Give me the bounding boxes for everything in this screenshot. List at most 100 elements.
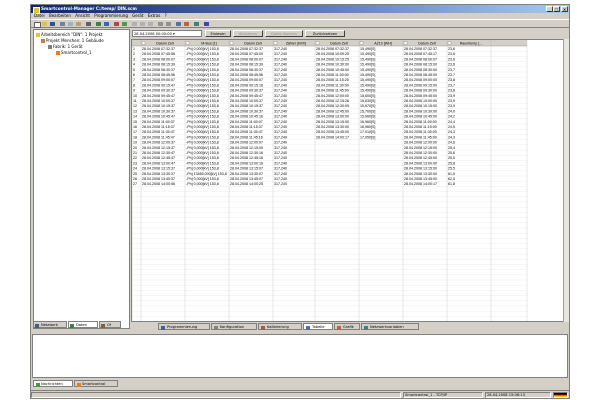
row-number: 16 bbox=[133, 125, 137, 129]
vertical-scrollbar[interactable] bbox=[563, 39, 569, 322]
table-icon[interactable] bbox=[175, 21, 182, 27]
column-checkbox[interactable] bbox=[447, 41, 452, 45]
column-header[interactable]: AZ10 [WH] bbox=[374, 42, 392, 46]
column-header[interactable]: Datum Zeit bbox=[244, 42, 262, 46]
table-cell: 15,960[S] bbox=[360, 115, 375, 119]
table-cell: -Ph] 0,000[kV] 153,8 bbox=[186, 115, 219, 119]
table-cell: 28.04.2008 12:45:16 bbox=[230, 156, 263, 160]
table-cell: 28.04.2008 13:15:37 bbox=[142, 167, 175, 171]
device-icon[interactable] bbox=[95, 21, 102, 27]
table-cell: 28.04.2008 12:30:47 bbox=[142, 151, 175, 155]
tree-workspace[interactable]: Arbeitsbereich "DIN": 1 Projekt bbox=[36, 32, 102, 37]
message-panel bbox=[32, 334, 568, 378]
table-cell: 317,240 bbox=[274, 151, 287, 155]
table-cell: -Ph] 0,000[kV] 153,8 bbox=[186, 109, 219, 113]
paste-icon[interactable] bbox=[75, 21, 82, 27]
tab-of[interactable]: Of bbox=[99, 321, 121, 328]
datetime-input[interactable]: 28.04.2008 00:00:00 ▾ bbox=[132, 30, 202, 37]
table-cell: 17,010[S] bbox=[360, 130, 375, 134]
table-cell: 28.04.2008 10:15:37 bbox=[142, 104, 175, 108]
network-icon bbox=[364, 325, 368, 330]
column-header[interactable]: Datum Zeit bbox=[330, 42, 348, 46]
column-header[interactable]: M-Bus [1] bbox=[201, 42, 216, 46]
tab-programmierung[interactable]: Programmierung bbox=[158, 323, 210, 330]
table-cell: 28.04.2008 13:30:00 bbox=[404, 172, 437, 176]
minimize-button[interactable]: _ bbox=[546, 6, 553, 12]
column-checkbox[interactable] bbox=[185, 41, 190, 45]
open-folder-icon[interactable] bbox=[41, 21, 48, 27]
cut-icon[interactable] bbox=[59, 21, 66, 27]
tree-factory[interactable]: Fabrik: 1 Gerät bbox=[48, 44, 83, 49]
network-icon[interactable] bbox=[193, 21, 200, 27]
tab-netzwerk[interactable]: Netzwerk bbox=[33, 321, 67, 328]
print-icon[interactable] bbox=[85, 21, 92, 27]
table-cell: 28.04.2008 14:00:17 bbox=[404, 182, 437, 186]
maximize-button[interactable]: □ bbox=[553, 6, 560, 12]
column-checkbox[interactable] bbox=[359, 41, 364, 45]
title-bar: Smartcontrol-Manager C:/temp/ DIN.scm _ … bbox=[31, 5, 569, 14]
column-header[interactable]: Datum Zeit bbox=[418, 42, 436, 46]
zoom-out-icon[interactable] bbox=[139, 21, 146, 27]
connect-icon[interactable] bbox=[103, 21, 110, 27]
table-cell: -Ph] 0,000[kV] 153,8 bbox=[186, 130, 219, 134]
row-number: 13 bbox=[133, 109, 137, 113]
daten-loeschen-button[interactable]: Daten löschen bbox=[265, 30, 303, 37]
tab-tabelle[interactable]: Tabelle bbox=[303, 323, 333, 330]
data-table: Datum Zeit M-Bus [1] Datum Zeit Zähler [kV/… bbox=[131, 39, 569, 322]
close-button[interactable]: × bbox=[561, 6, 568, 12]
tab-netzwerkvariablen[interactable]: Netzwerkvariablen bbox=[361, 323, 419, 330]
table-cell: 15,490[S] bbox=[360, 52, 375, 56]
table-cell: -Ph] 0,000[kV] 153,8 bbox=[186, 182, 219, 186]
table-cell: 28.04.2008 13:00:47 bbox=[142, 161, 175, 165]
copy-icon[interactable] bbox=[67, 21, 74, 27]
table-cell: 28.04.2008 09:15:47 bbox=[142, 83, 175, 87]
zoom-fit-icon[interactable] bbox=[147, 21, 154, 27]
zoom-in-icon[interactable] bbox=[131, 21, 138, 27]
table-cell: 28.04.2008 11:00:00 bbox=[404, 120, 437, 124]
zuruecksetzen-button[interactable]: Zurücksetzen bbox=[305, 30, 345, 37]
tab-nachrichten[interactable]: Nachrichten bbox=[33, 380, 73, 387]
save-icon[interactable] bbox=[49, 21, 56, 27]
tab-kalibrierung[interactable]: Kalibrierung bbox=[258, 323, 302, 330]
table-cell: 317,240 bbox=[274, 167, 287, 171]
tab-smartcontrol[interactable]: Smartcontrol bbox=[74, 380, 118, 387]
tree-project[interactable]: Projekt Menshen: 1 Gebäude bbox=[41, 38, 104, 43]
table-cell: -Ph] 0,000[kV] 153,8 bbox=[186, 94, 219, 98]
einlesen-button[interactable]: Einlesen bbox=[205, 30, 231, 37]
window-title: Smartcontrol-Manager C:/temp/ DIN.scm bbox=[41, 6, 137, 11]
column-checkbox[interactable] bbox=[403, 41, 408, 45]
tab-grafik[interactable]: Grafik bbox=[334, 323, 360, 330]
table-cell: 15,670[S] bbox=[360, 104, 375, 108]
column-checkbox[interactable] bbox=[141, 41, 146, 45]
help-icon[interactable] bbox=[203, 21, 210, 27]
chart-icon[interactable] bbox=[183, 21, 190, 27]
table-cell: -Ph] 0,000[kV] 153,8 bbox=[186, 167, 219, 171]
table-cell: 28.04.2008 12:45:47 bbox=[142, 156, 175, 160]
column-header[interactable]: Datum Zeit bbox=[156, 42, 174, 46]
column-checkbox[interactable] bbox=[273, 41, 278, 45]
table-cell: 28.04.2008 14:00:25 bbox=[230, 182, 263, 186]
table-cell: 28.04.2008 10:15:37 bbox=[230, 104, 263, 108]
column-header[interactable]: Zähler [kV/h] bbox=[286, 42, 306, 46]
table-cell: 317,240 bbox=[274, 182, 287, 186]
column-header[interactable]: Raumtemp [... bbox=[460, 42, 483, 46]
tab-daten[interactable]: Daten bbox=[68, 321, 98, 328]
table-cell: 28.04.2008 12:00:00 bbox=[404, 141, 437, 145]
download-icon[interactable] bbox=[121, 21, 128, 27]
config-icon bbox=[214, 325, 218, 330]
table-cell: -Ph] 0,000[kV] 153,8 bbox=[186, 73, 219, 77]
upload-icon[interactable] bbox=[113, 21, 120, 27]
column-checkbox[interactable] bbox=[315, 41, 320, 45]
tree-device[interactable]: Smartcontrol_1 bbox=[56, 50, 92, 55]
settings-icon[interactable] bbox=[165, 21, 172, 27]
table-cell: 28.04.2008 13:15:07 bbox=[230, 167, 263, 171]
column-checkbox[interactable] bbox=[229, 41, 234, 45]
table-cell: -Ph] 0,000[kV] 153,8 bbox=[186, 120, 219, 124]
new-file-icon[interactable] bbox=[33, 21, 41, 28]
table-cell: 28.04.2008 07:32:37 bbox=[230, 47, 263, 51]
aktivieren-button[interactable]: Aktivieren bbox=[233, 30, 263, 37]
tab-konfiguration[interactable]: Konfiguration bbox=[211, 323, 257, 330]
table-cell: 15,760[S] bbox=[360, 109, 375, 113]
table-cell: -Ph] 0,000[kV] 153,8 bbox=[186, 146, 219, 150]
grid-icon[interactable] bbox=[157, 21, 164, 27]
